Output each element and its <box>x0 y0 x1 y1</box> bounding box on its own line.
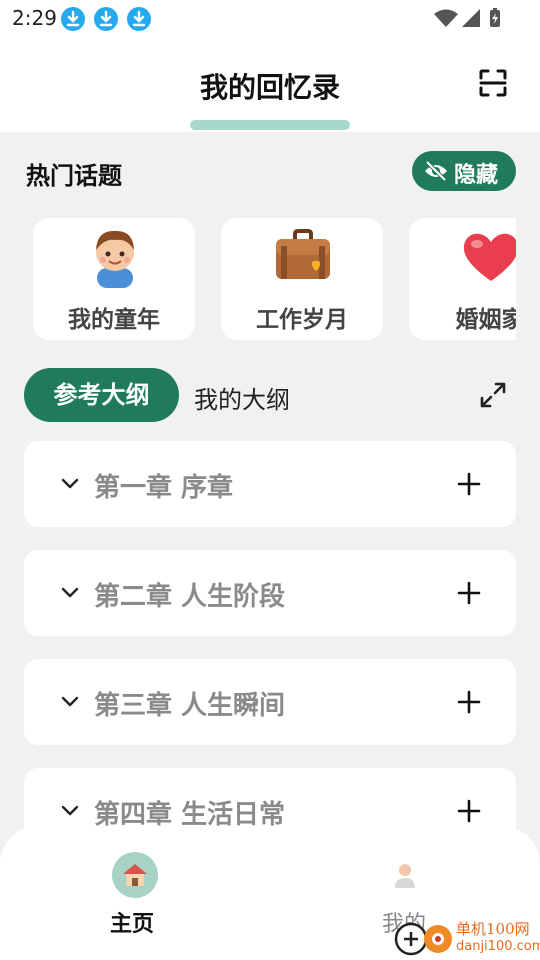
user-icon[interactable] <box>390 860 420 890</box>
watermark-logo-icon <box>394 922 452 956</box>
add-icon[interactable] <box>456 580 482 606</box>
eye-off-icon <box>424 160 448 182</box>
scan-button[interactable] <box>476 66 510 100</box>
add-icon[interactable] <box>456 689 482 715</box>
watermark: 单机100网 danji100.com <box>394 914 540 960</box>
child-icon <box>83 224 147 288</box>
topic-label: 工作岁月 <box>256 307 348 333</box>
expand-icon <box>480 382 506 408</box>
chevron-down-icon[interactable] <box>60 474 80 494</box>
tab-my-outline[interactable]: 我的大纲 <box>194 380 290 415</box>
hide-button[interactable]: 隐藏 <box>412 151 516 191</box>
add-icon[interactable] <box>456 798 482 824</box>
page-title: 我的回忆录 <box>199 71 340 104</box>
topic-label: 婚姻家 <box>455 307 517 333</box>
status-indicators <box>434 8 500 28</box>
chevron-down-icon[interactable] <box>60 692 80 712</box>
wifi-icon <box>434 9 458 27</box>
app-header: 我的回忆录 <box>0 36 540 132</box>
download-icon <box>61 7 85 31</box>
title-highlight <box>190 120 350 130</box>
chapter-title: 第二章 人生阶段 <box>94 582 286 612</box>
download-icon <box>127 7 151 31</box>
battery-icon <box>490 8 500 27</box>
chevron-down-icon[interactable] <box>60 801 80 821</box>
watermark-url: danji100.com <box>456 939 540 954</box>
hide-label: 隐藏 <box>454 163 499 188</box>
chapter-title: 第一章 序章 <box>94 473 234 503</box>
tab-reference-outline[interactable]: 参考大纲 <box>24 368 179 422</box>
status-bar: 2:29 <box>0 0 540 36</box>
watermark-name: 单机100网 <box>456 920 530 938</box>
home-icon[interactable] <box>112 852 158 898</box>
chapter-item[interactable]: 第三章 人生瞬间 <box>24 659 516 745</box>
chapter-title: 第三章 人生瞬间 <box>94 691 286 721</box>
expand-button[interactable] <box>478 380 508 410</box>
topic-card-work[interactable]: 工作岁月 <box>221 218 383 340</box>
nav-home-label[interactable]: 主页 <box>110 906 154 938</box>
status-time: 2:29 <box>12 6 57 30</box>
scan-icon <box>479 69 507 97</box>
topic-carousel[interactable]: 我的童年 工作岁月 婚姻家 <box>24 210 516 350</box>
briefcase-icon <box>271 224 335 288</box>
chapter-item[interactable]: 第二章 人生阶段 <box>24 550 516 636</box>
heart-icon <box>459 224 516 288</box>
topic-card-childhood[interactable]: 我的童年 <box>33 218 195 340</box>
chapter-item[interactable]: 第一章 序章 <box>24 441 516 527</box>
download-icon <box>94 7 118 31</box>
chevron-down-icon[interactable] <box>60 583 80 603</box>
topic-label: 我的童年 <box>68 307 160 333</box>
topic-card-marriage[interactable]: 婚姻家 <box>409 218 516 340</box>
add-icon[interactable] <box>456 471 482 497</box>
hot-topics-title: 热门话题 <box>26 162 122 190</box>
signal-icon <box>462 9 480 27</box>
